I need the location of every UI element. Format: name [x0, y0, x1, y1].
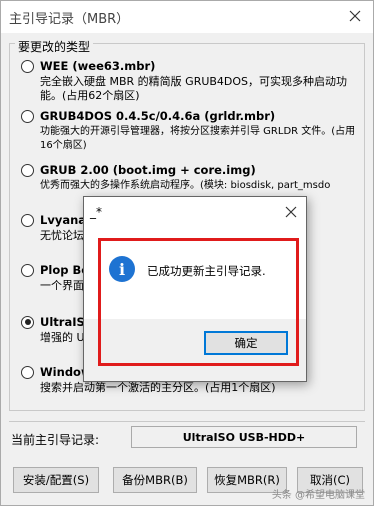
option-name: GRUB4DOS 0.4.5c/0.4.6a (grldr.mbr) [40, 109, 276, 123]
install-button[interactable]: 安装/配置(S) [13, 467, 99, 493]
close-icon[interactable] [282, 203, 300, 221]
option-name: WEE (wee63.mbr) [40, 59, 156, 73]
radio-icon[interactable] [21, 163, 34, 177]
radio-icon[interactable] [21, 263, 34, 277]
radio-icon[interactable] [21, 213, 34, 227]
status-label: 当前主引导记录: [11, 433, 100, 447]
option-grub4dos[interactable]: GRUB4DOS 0.4.5c/0.4.6a (grldr.mbr) 功能强大的… [21, 107, 361, 153]
option-desc: 搜索并启动第一个激活的主分区。(占用1个扇区) [40, 381, 276, 394]
radio-checked-icon[interactable] [21, 315, 34, 329]
group-label: 要更改的类型 [15, 38, 94, 55]
option-name: GRUB 2.00 (boot.img + core.img) [40, 163, 256, 177]
ok-button[interactable]: 确定 [204, 331, 288, 355]
close-icon[interactable] [341, 3, 369, 29]
dialog-title: _* [90, 205, 102, 219]
backup-button[interactable]: 备份MBR(B) [113, 467, 197, 493]
option-wee[interactable]: WEE (wee63.mbr) 完全嵌入硬盘 MBR 的精简版 GRUB4DOS… [21, 57, 361, 103]
watermark: 头条 @希望电脑课堂 [271, 490, 365, 501]
window-title: 主引导记录（MBR） [9, 11, 130, 27]
radio-icon[interactable] [21, 59, 34, 73]
radio-icon[interactable] [21, 109, 34, 123]
status-value: UltraISO USB-HDD+ [131, 426, 357, 448]
option-desc: 功能强大的开源引导管理器，将按分区搜索并引导 GRLDR 文件。(占用16个扇区… [40, 126, 356, 151]
option-desc: 完全嵌入硬盘 MBR 的精简版 GRUB4DOS，可实现多种启动功能。(占用62… [40, 75, 348, 102]
title-bar: 主引导记录（MBR） [1, 1, 373, 33]
option-grub2[interactable]: GRUB 2.00 (boot.img + core.img) 优秀而强大的多操… [21, 161, 361, 193]
option-desc: 优秀而强大的多操作系统启动程序。(模块: biosdisk, part_msdo [40, 180, 331, 191]
info-icon: i [109, 256, 135, 282]
radio-icon[interactable] [21, 365, 34, 379]
dialog-message: 已成功更新主引导记录. [147, 264, 266, 278]
